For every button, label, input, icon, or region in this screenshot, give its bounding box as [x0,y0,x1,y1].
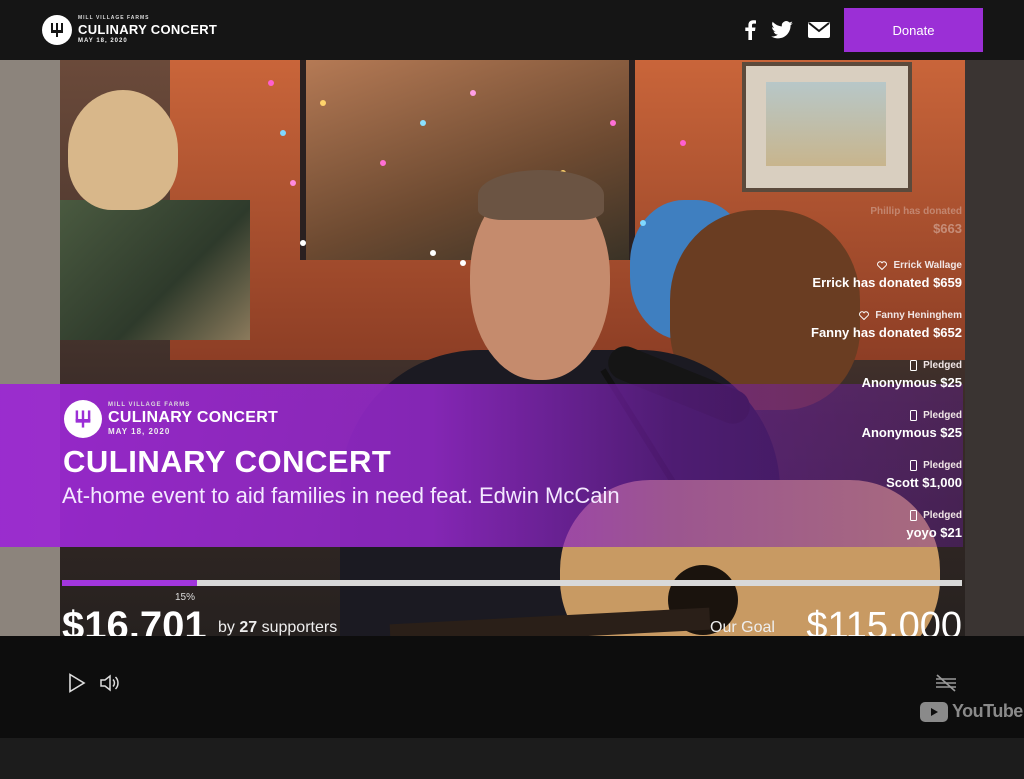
phone-icon [910,360,918,371]
feed-item: Errick Wallage Errick has donated $659 [742,260,962,290]
background-wall-right [965,60,1024,636]
feed-item-meta: Pledged [923,410,962,421]
feed-item: Pledged yoyo $21 [742,510,962,540]
captions-off-icon[interactable] [932,672,960,694]
feed-item: Phillip has donated $663 [742,206,962,236]
feed-item-meta: Errick Wallage [893,260,962,271]
feed-item: Pledged Scott $1,000 [742,460,962,490]
event-title: CULINARY CONCERT [63,444,392,479]
page-bottom-strip [0,738,1024,779]
event-subtitle: At-home event to aid families in need fe… [62,483,620,508]
logo-title: CULINARY CONCERT [78,22,218,37]
progress-fill [62,580,197,586]
feed-item-text: $663 [933,221,962,236]
fork-logo-icon [64,400,102,438]
play-icon[interactable] [66,672,88,694]
teddy-bear-plush [68,90,178,210]
goal-label: Our Goal [710,619,775,636]
progress-percent: 15% [175,592,196,603]
feed-item-meta: Pledged [923,360,962,371]
feed-item-text: Scott $1,000 [886,475,962,490]
youtube-play-icon [920,701,948,722]
banner-logo-date: MAY 18, 2020 [108,427,171,436]
performer-hair [478,170,604,220]
background-wall-left [0,60,60,636]
site-logo[interactable]: MILL VILLAGE FARMS CULINARY CONCERT MAY … [42,14,217,46]
youtube-logo[interactable]: YouTube [920,701,1023,722]
supporters-by: by [218,619,235,636]
feed-item-text: Anonymous $25 [861,375,962,390]
logo-small-text: MILL VILLAGE FARMS [78,15,150,21]
feed-item-text: Fanny has donated $652 [811,325,962,340]
feed-item-meta: Fanny Heninghem [875,310,962,321]
feed-item: Pledged Anonymous $25 [742,360,962,390]
feed-item: Fanny Heninghem Fanny has donated $652 [742,310,962,340]
supporters-count: 27 [239,619,258,636]
fundraising-progress-bar [62,580,962,586]
background-photo [60,200,250,340]
facebook-icon[interactable] [737,18,763,42]
player-controls [0,636,1024,738]
logo-date: MAY 18, 2020 [78,38,128,44]
youtube-brand-text: YouTube [952,701,1023,721]
supporters-line: by 27 supporters [218,619,337,637]
heart-icon [877,261,888,270]
fork-logo-icon [42,15,72,45]
background-framed-picture [742,62,912,192]
feed-item-text: Errick has donated $659 [812,275,962,290]
feed-item-meta: Phillip has donated [870,206,962,217]
feed-item-meta: Pledged [923,510,962,521]
supporters-label: supporters [261,619,338,636]
feed-item-text: Anonymous $25 [861,425,962,440]
video-player[interactable] [0,60,1024,636]
banner-logo-small-text: MILL VILLAGE FARMS [108,402,191,408]
feed-item-text: yoyo $21 [906,525,962,540]
phone-icon [910,510,918,521]
phone-icon [910,460,918,471]
phone-icon [910,410,918,421]
feed-item: Pledged Anonymous $25 [742,410,962,440]
banner-logo: MILL VILLAGE FARMS CULINARY CONCERT MAY … [64,400,278,438]
email-icon[interactable] [806,18,832,42]
top-bar: MILL VILLAGE FARMS CULINARY CONCERT MAY … [0,0,1024,60]
volume-icon[interactable] [98,672,122,694]
donate-button[interactable]: Donate [844,8,983,52]
feed-item-meta: Pledged [923,460,962,471]
banner-logo-title: CULINARY CONCERT [108,409,279,426]
heart-icon [859,311,870,320]
twitter-icon[interactable] [769,18,795,42]
